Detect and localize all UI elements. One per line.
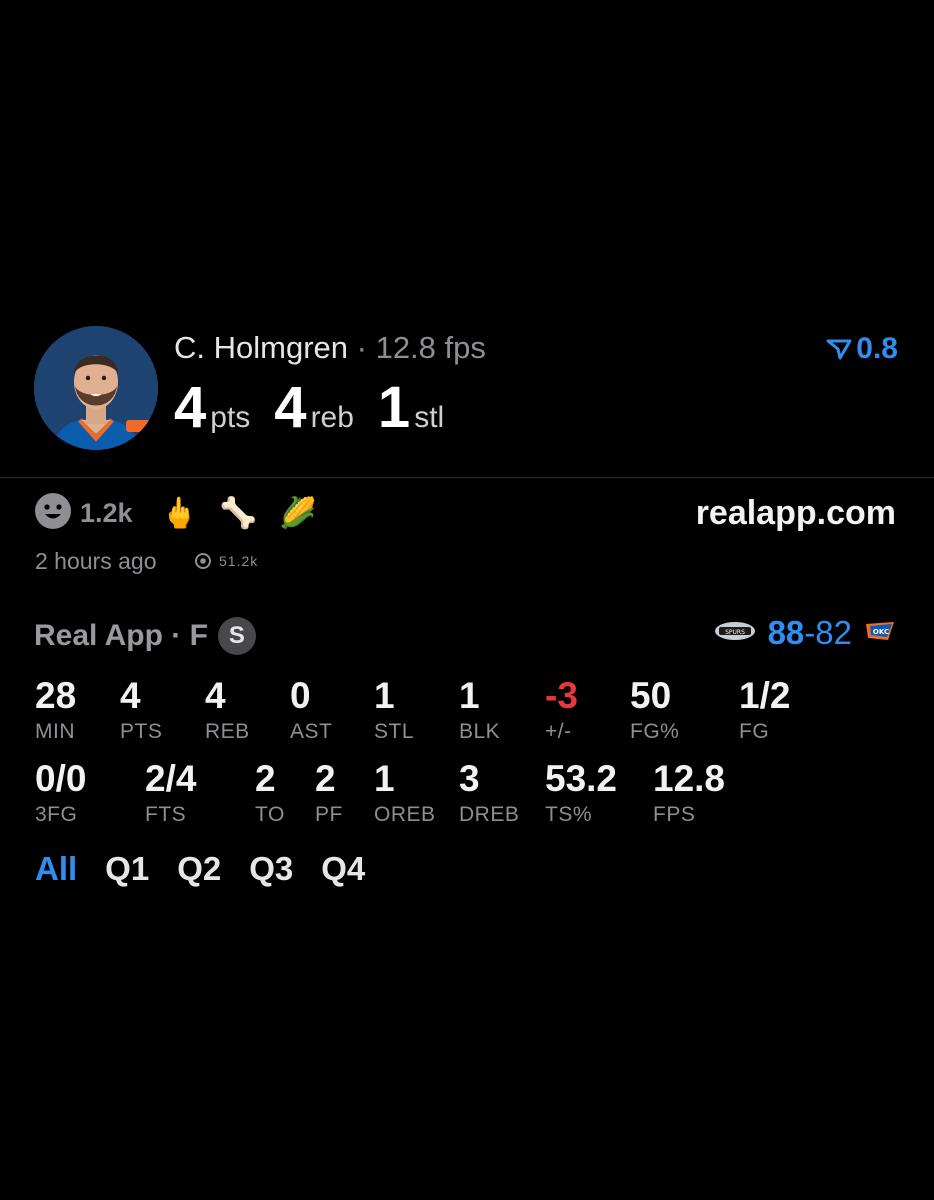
stat-label: TS% [545,803,593,826]
boost-button[interactable]: 0.8 [826,332,898,366]
stat-value: 0 [290,675,311,716]
stat-dreb: 3 DREB [459,759,519,827]
stat-label: FG% [630,720,680,743]
stat-label: MIN [35,720,75,743]
bone-reaction-icon[interactable]: 🦴 [220,496,257,531]
stat-value: 50 [630,675,672,716]
stat-value: 3 [459,758,480,799]
tab-q3[interactable]: Q3 [249,850,293,888]
stat-oreb: 1 OREB [374,759,436,827]
stat-value: -3 [545,675,578,716]
name-separator: · [356,330,367,365]
stat-label: PF [315,803,343,826]
stat-label: STL [374,720,415,743]
player-fps: 12.8 fps [375,330,486,365]
stat-fts: 2/4 FTS [145,759,196,827]
score-left: 88 [767,614,805,651]
svg-text:OKC: OKC [873,628,889,636]
view-count: 51.2k [193,553,258,569]
quarter-tabs: All Q1 Q2 Q3 Q4 [35,850,365,888]
stat-label: PTS [120,720,163,743]
divider [0,477,934,478]
stat-label: +/- [545,720,572,743]
okc-logo-icon: OKC [864,620,898,647]
stat-pts: 4 PTS [120,676,162,744]
headline-stats: 4 pts 4 reb 1 stl [174,374,468,441]
stat-pf: 2 PF [315,759,343,827]
stat-value: 12.8 [653,758,726,799]
reaction-count: 1.2k [80,497,133,528]
stat-ts-pct: 53.2 TS% [545,759,617,827]
stat-value: 0/0 [35,758,87,799]
stat-label: FPS [653,803,696,826]
game-score[interactable]: SPURS 88-82 OKC [714,614,898,652]
stat-value: 4 [205,675,226,716]
stat-value: 4 [120,675,141,716]
stat-value: 1 [374,758,395,799]
tab-q1[interactable]: Q1 [105,850,149,888]
headline-stl-value: 1 [377,375,411,440]
stat-label: BLK [459,720,501,743]
player-avatar[interactable] [34,326,158,450]
score-right: 82 [815,614,852,651]
stat-3fg: 0/0 3FG [35,759,86,827]
post-timestamp: 2 hours ago [35,548,157,574]
reactions-bar: 1.2k 🖕 🦴 🌽 [34,492,339,535]
stat-label: TO [255,803,285,826]
stat-label: FTS [145,803,187,826]
stat-value: 53.2 [545,758,618,799]
stat-value: 1/2 [739,675,791,716]
stat-value: 2 [315,758,336,799]
player-name[interactable]: C. Holmgren [174,330,348,365]
smiley-reaction-icon[interactable] [34,492,72,535]
headline-pts-value: 4 [174,375,207,440]
headline-reb-unit: reb [310,401,354,434]
eye-icon [195,553,211,569]
stat-label: REB [205,720,250,743]
boost-arrow-icon [826,339,852,360]
stat-label: OREB [374,803,436,826]
stat-min: 28 MIN [35,676,76,744]
svg-text:SPURS: SPURS [725,629,745,636]
stat-label: 3FG [35,803,78,826]
spurs-logo-icon: SPURS [714,620,756,647]
site-link[interactable]: realapp.com [696,494,896,533]
corn-reaction-icon[interactable]: 🌽 [279,496,316,531]
stat-value: 2/4 [145,758,197,799]
stat-blk: 1 BLK [459,676,500,744]
stat-fps: 12.8 FPS [653,759,725,827]
tab-q4[interactable]: Q4 [321,850,365,888]
middle-finger-reaction-icon[interactable]: 🖕 [161,496,198,531]
view-count-value: 51.2k [219,553,259,569]
score-separator: - [804,614,816,651]
stat-fg: 1/2 FG [739,676,790,744]
headline-pts-unit: pts [210,401,251,434]
stat-label: AST [290,720,333,743]
s-badge: S [217,617,256,655]
stat-stl: 1 STL [374,676,414,744]
game-label: Real App · F [34,619,208,652]
tab-q2[interactable]: Q2 [177,850,221,888]
stat-fg-pct: 50 FG% [630,676,679,744]
stat-label: FG [739,720,770,743]
stat-ast: 0 AST [290,676,332,744]
tab-all[interactable]: All [35,850,77,888]
stat-value: 28 [35,675,77,716]
stat-to: 2 TO [255,759,285,827]
stat-value: 1 [374,675,395,716]
game-line: Real App · F S [34,617,256,655]
stat-plus-minus: -3 +/- [545,676,578,744]
boost-value: 0.8 [856,332,898,365]
stat-label: DREB [459,803,520,826]
player-name-line[interactable]: C. Holmgren · 12.8 fps [174,330,486,366]
stat-reb: 4 REB [205,676,250,744]
stat-value: 2 [255,758,276,799]
stat-value: 1 [459,675,480,716]
headline-reb-value: 4 [274,375,307,440]
headline-stl-unit: stl [414,401,445,434]
